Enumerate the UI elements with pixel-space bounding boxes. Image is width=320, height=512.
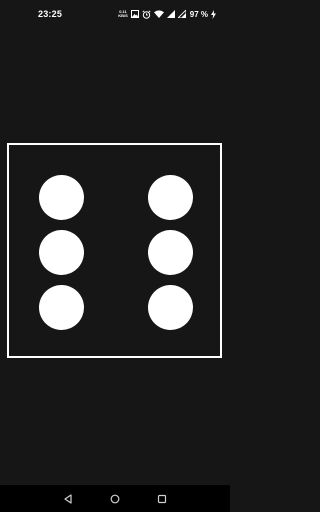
status-icons: 0.11 KB/S 97 % xyxy=(118,8,216,20)
screen: 23:25 0.11 KB/S 97 % xyxy=(0,0,230,512)
battery-percent: 97 % xyxy=(189,9,208,19)
image-icon xyxy=(130,10,139,18)
network-speed: 0.11 KB/S xyxy=(118,10,128,18)
navigation-bar xyxy=(0,485,230,512)
recents-icon[interactable] xyxy=(155,492,169,506)
back-icon[interactable] xyxy=(61,492,75,506)
status-bar: 23:25 0.11 KB/S 97 % xyxy=(0,0,230,28)
pip-middle-right xyxy=(148,230,193,275)
pip-top-left xyxy=(39,175,84,220)
signal-icon-2 xyxy=(177,10,186,18)
signal-icon xyxy=(166,10,175,18)
pip-middle-left xyxy=(39,230,84,275)
status-time: 23:25 xyxy=(38,9,63,19)
pip-top-right xyxy=(148,175,193,220)
alarm-icon xyxy=(142,9,151,19)
pip-bottom-right xyxy=(148,285,193,330)
home-icon[interactable] xyxy=(108,492,122,506)
wifi-icon xyxy=(153,10,164,18)
network-speed-unit: KB/S xyxy=(118,13,128,18)
pip-bottom-left xyxy=(39,285,84,330)
bolt-icon xyxy=(211,9,216,19)
die-face[interactable] xyxy=(7,143,222,358)
